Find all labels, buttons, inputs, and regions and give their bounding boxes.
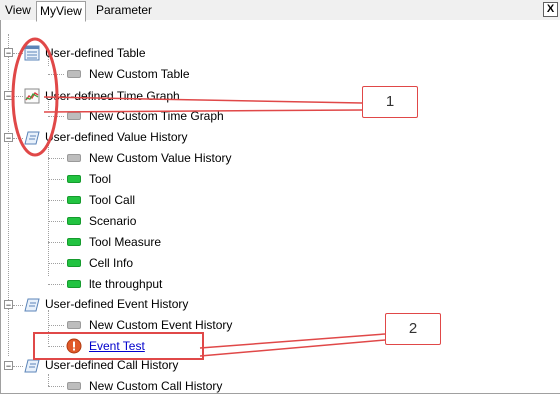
node-label: lte throughput [89,277,163,291]
connector [13,138,23,139]
node-label: New Custom Table [89,67,190,81]
node-label: User-defined Time Graph [45,89,180,103]
valuehistory-branch-line [48,144,49,276]
active-item-green-icon [67,259,81,267]
callout-1-number: 1 [385,93,395,110]
connector [13,53,23,54]
connector [13,366,23,367]
node-label: User-defined Value History [45,130,188,144]
tab-view[interactable]: View [2,2,34,19]
active-item-green-icon [67,280,81,288]
connector [48,242,64,243]
callout-2: 2 [385,313,441,345]
scroll-history-icon [24,131,40,145]
connector [48,386,64,387]
custom-item-gray-icon [67,382,81,390]
tab-parameter[interactable]: Parameter [93,2,155,19]
callhistory-branch-line [48,374,49,386]
node-label: New Custom Call History [89,379,223,393]
scroll-history-icon [24,298,40,312]
event-test-highlight [33,332,204,360]
collapse-toggle-event-history[interactable]: − [4,300,13,310]
collapse-toggle-table[interactable]: − [4,48,13,58]
node-label: New Custom Time Graph [89,109,224,123]
callout-2-number: 2 [408,320,418,337]
node-label: New Custom Value History [89,151,232,165]
connector [48,284,64,285]
table-icon [24,45,40,61]
custom-item-gray-icon [67,154,81,162]
callout-1: 1 [362,86,418,118]
node-label: Cell Info [89,256,134,270]
active-item-green-icon [67,175,81,183]
collapse-toggle-call-history[interactable]: − [4,361,13,371]
connector [13,305,23,306]
active-item-green-icon [67,217,81,225]
custom-item-gray-icon [67,112,81,120]
connector [48,116,64,117]
connector [48,74,64,75]
connector [48,325,64,326]
time-graph-icon [24,88,40,104]
active-item-green-icon [67,196,81,204]
connector [48,179,64,180]
node-label: Tool Measure [89,235,162,249]
collapse-toggle-value-history[interactable]: − [4,133,13,143]
tab-myview[interactable]: MyView [36,1,86,22]
active-item-green-icon [67,238,81,246]
node-label: Tool [89,172,112,186]
collapse-toggle-timegraph[interactable]: − [4,91,13,101]
node-label: User-defined Event History [45,297,189,311]
connector [13,96,23,97]
connector [48,263,64,264]
close-button[interactable]: X [543,2,558,17]
tab-bar: View MyView Parameter X [0,0,560,22]
connector [48,158,64,159]
scroll-history-icon [24,359,40,373]
node-label: Scenario [89,214,137,228]
node-label: Tool Call [89,193,136,207]
custom-item-gray-icon [67,70,81,78]
connector [48,221,64,222]
node-label: User-defined Table [45,46,146,60]
connector [48,200,64,201]
custom-item-gray-icon [67,321,81,329]
